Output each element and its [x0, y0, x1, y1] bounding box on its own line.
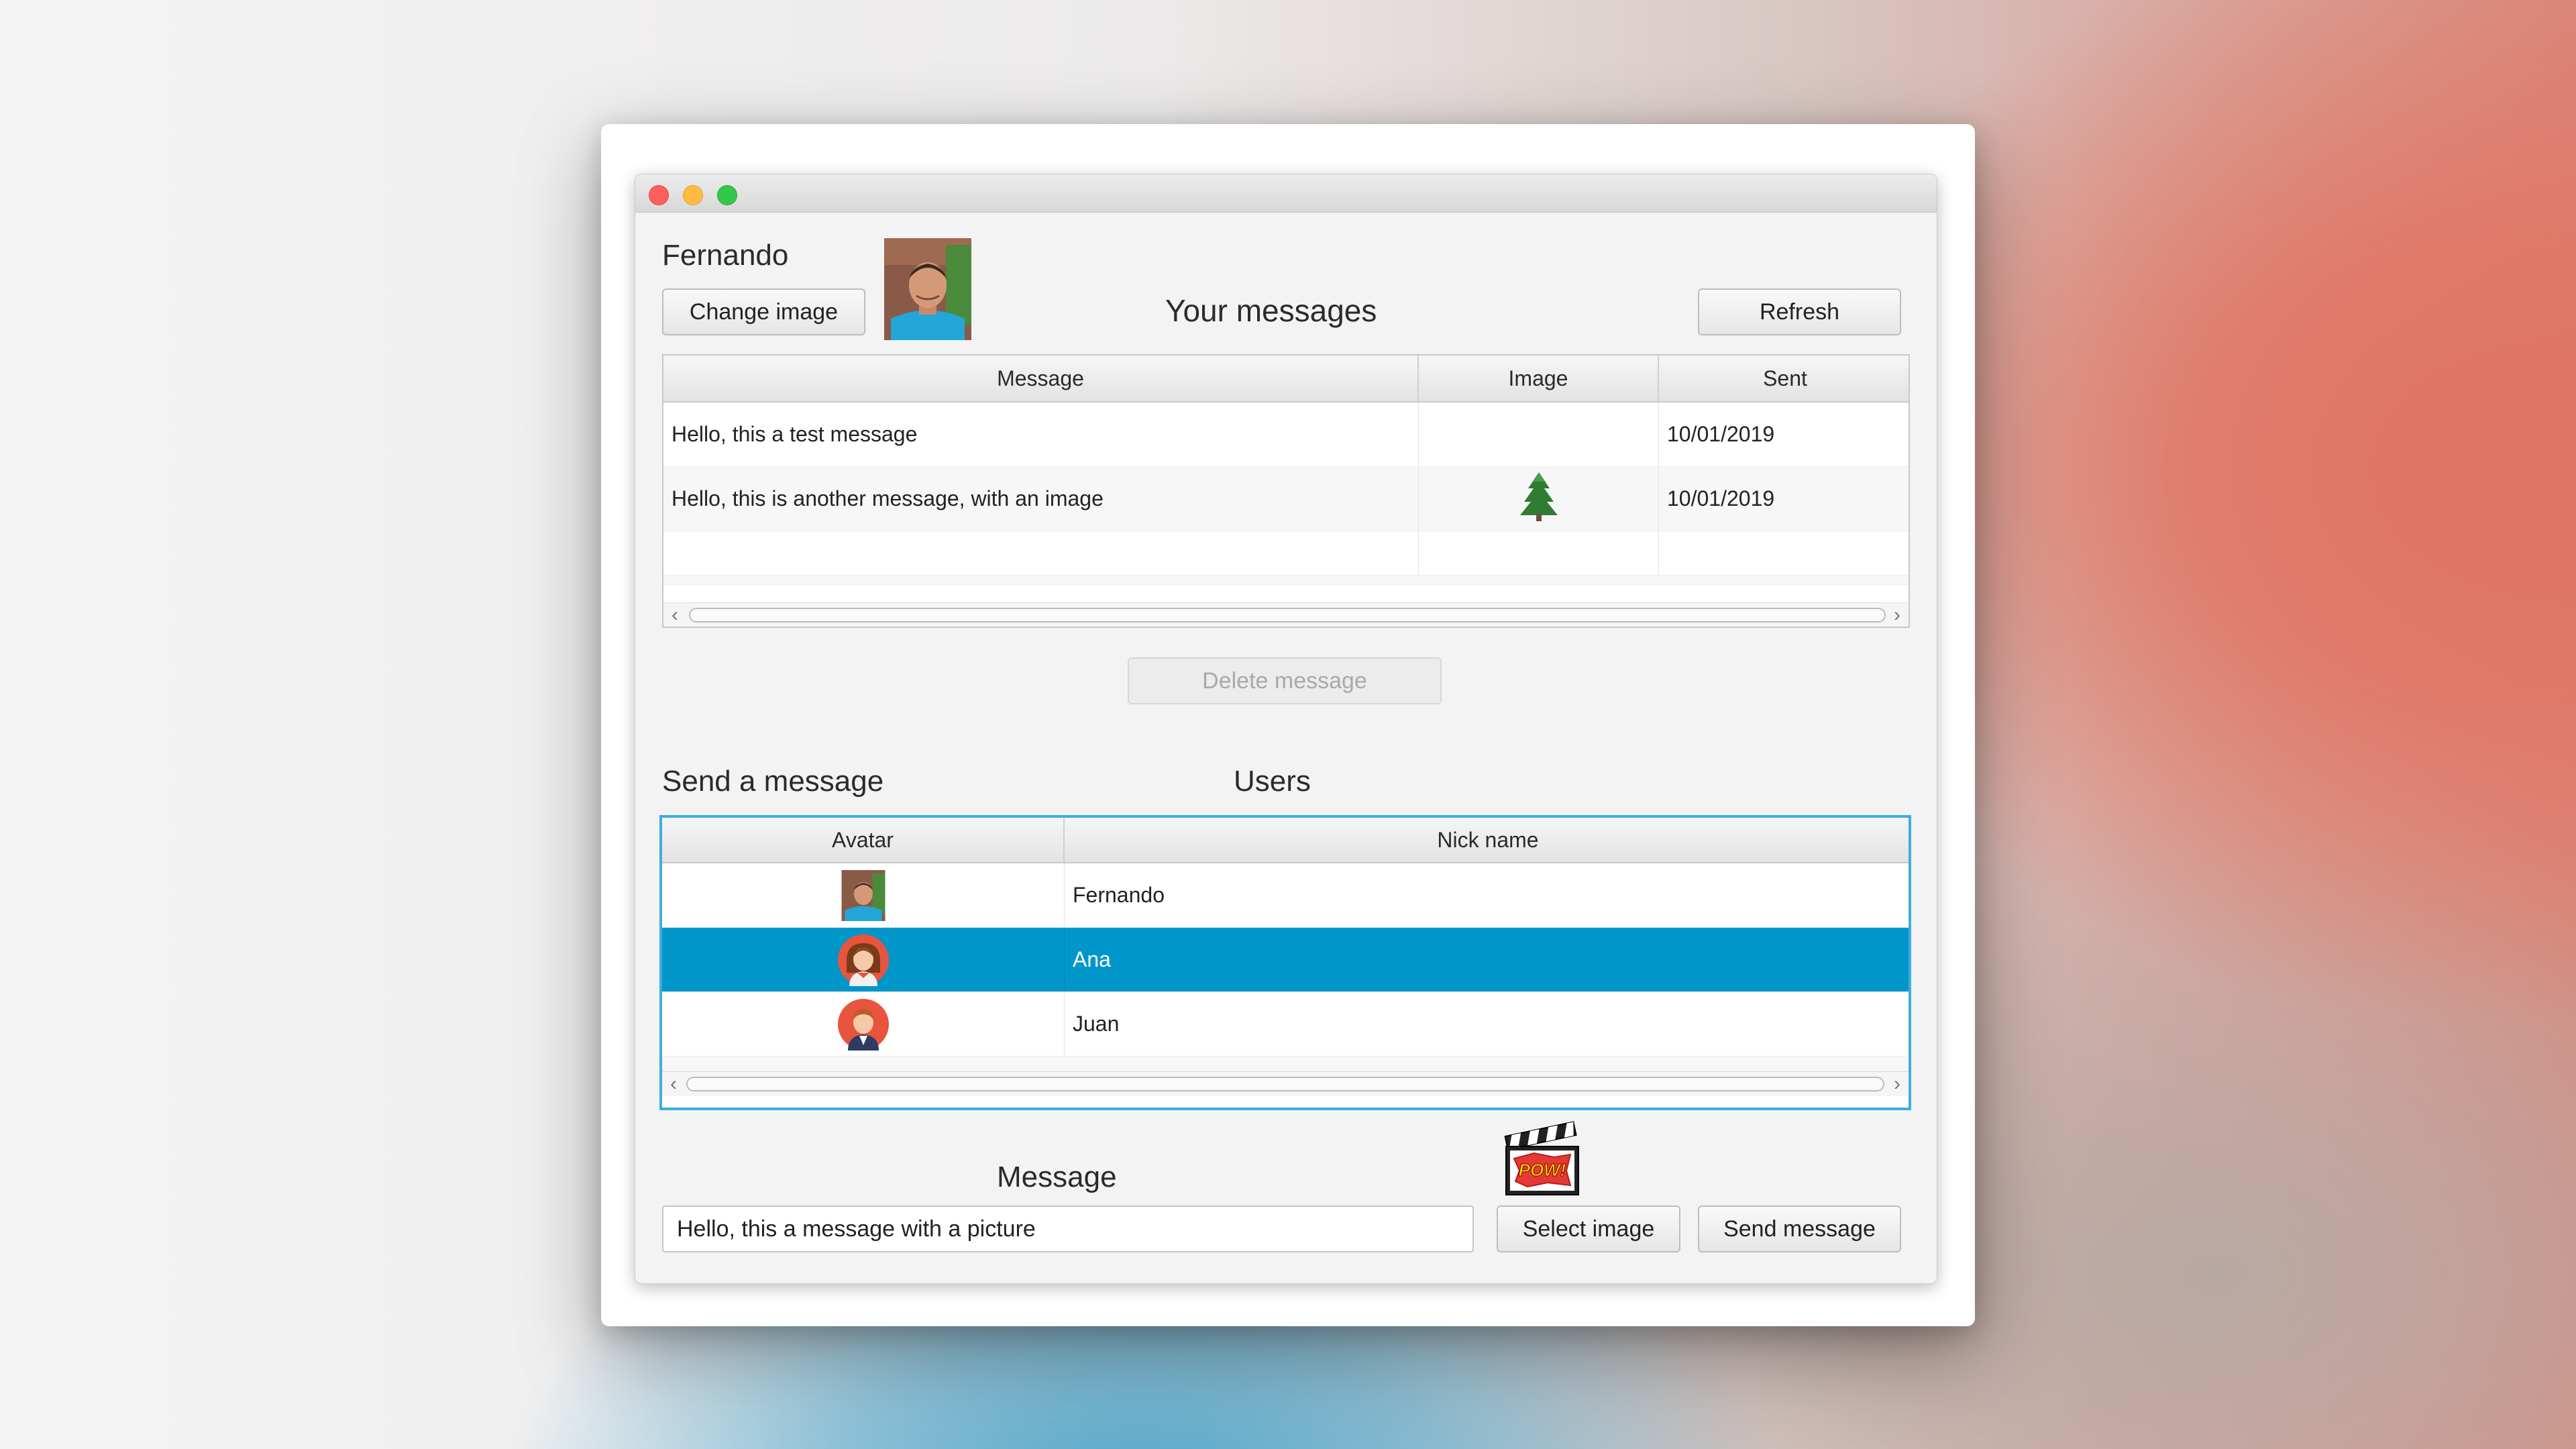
- minimize-window-button[interactable]: [683, 185, 703, 205]
- scroll-thumb[interactable]: [689, 608, 1886, 623]
- message-input[interactable]: [662, 1205, 1474, 1252]
- users-table-header: Avatar Nick name: [662, 818, 1909, 863]
- column-header-avatar[interactable]: Avatar: [662, 818, 1065, 862]
- scroll-right-icon[interactable]: ›: [1887, 1072, 1907, 1096]
- title-bar[interactable]: [635, 174, 1937, 213]
- man-photo-icon: [841, 869, 886, 921]
- message-label: Message: [997, 1161, 1117, 1193]
- column-header-sent[interactable]: Sent: [1659, 356, 1909, 401]
- messages-table[interactable]: Message Image Sent Hello, this a test me…: [662, 354, 1910, 628]
- table-row-selected[interactable]: Ana: [662, 928, 1909, 992]
- message-cell: Hello, this a test message: [663, 402, 1419, 466]
- sent-cell: 10/01/2019: [1667, 422, 1775, 446]
- messages-table-header: Message Image Sent: [663, 356, 1909, 402]
- scroll-thumb[interactable]: [686, 1077, 1884, 1091]
- user-name: Fernando: [662, 239, 789, 272]
- app-window: Fernando Change image Your messages Refr…: [635, 174, 1937, 1284]
- table-row-empty: [662, 1057, 1909, 1071]
- table-row[interactable]: Juan: [662, 992, 1909, 1057]
- man-photo-icon: [884, 238, 971, 340]
- nick-name-cell: Fernando: [1073, 883, 1165, 907]
- column-header-nick-name[interactable]: Nick name: [1065, 818, 1909, 862]
- users-table[interactable]: Avatar Nick name Fernando Ana Juan ‹ ›: [659, 815, 1911, 1110]
- messages-horizontal-scrollbar[interactable]: ‹ ›: [663, 602, 1909, 627]
- avatar-cell: [662, 928, 1065, 991]
- table-row-empty: [663, 531, 1909, 576]
- change-image-button[interactable]: Change image: [662, 288, 865, 335]
- image-cell: [1419, 467, 1659, 531]
- tree-icon: [1519, 471, 1559, 527]
- image-cell: [1419, 402, 1659, 466]
- avatar-cell: [662, 863, 1065, 927]
- nick-name-cell: Juan: [1073, 1012, 1120, 1036]
- send-message-title: Send a message: [662, 765, 884, 798]
- users-title: Users: [1234, 765, 1311, 798]
- woman-avatar-icon: [837, 934, 890, 986]
- close-window-button[interactable]: [649, 185, 669, 205]
- users-horizontal-scrollbar[interactable]: ‹ ›: [662, 1071, 1909, 1096]
- avatar-cell: [662, 992, 1065, 1056]
- refresh-button[interactable]: Refresh: [1698, 288, 1901, 335]
- table-row-empty: [663, 576, 1909, 585]
- svg-text:POW!: POW!: [1519, 1160, 1566, 1180]
- maximize-window-button[interactable]: [717, 185, 737, 205]
- empty-cell: [1419, 531, 1659, 575]
- scroll-left-icon[interactable]: ‹: [665, 603, 685, 627]
- man-avatar-icon: [837, 998, 890, 1051]
- clapperboard-pow-icon: POW!: [1501, 1117, 1581, 1197]
- delete-message-button[interactable]: Delete message: [1128, 657, 1442, 704]
- select-image-button[interactable]: Select image: [1497, 1205, 1680, 1252]
- scroll-left-icon[interactable]: ‹: [663, 1072, 684, 1096]
- sent-cell: 10/01/2019: [1667, 486, 1775, 511]
- column-header-message[interactable]: Message: [663, 356, 1419, 401]
- table-row[interactable]: Fernando: [662, 863, 1909, 928]
- send-message-button[interactable]: Send message: [1698, 1205, 1901, 1252]
- your-messages-title: Your messages: [1165, 293, 1377, 328]
- nick-name-cell: Ana: [1073, 947, 1111, 971]
- scroll-right-icon[interactable]: ›: [1887, 603, 1907, 627]
- message-cell: Hello, this is another message, with an …: [663, 467, 1419, 531]
- column-header-image[interactable]: Image: [1419, 356, 1659, 401]
- empty-cell: [663, 531, 1419, 575]
- table-row[interactable]: Hello, this is another message, with an …: [663, 467, 1909, 531]
- table-row[interactable]: Hello, this a test message 10/01/2019: [663, 402, 1909, 467]
